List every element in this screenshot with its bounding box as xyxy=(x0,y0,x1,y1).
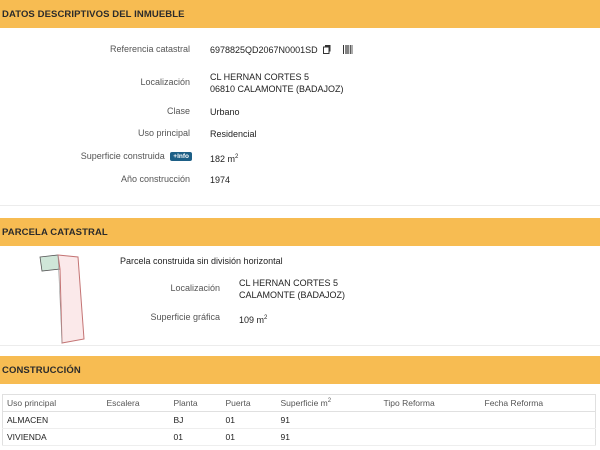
localizacion-line2: 06810 CALAMONTE (BADAJOZ) xyxy=(210,84,344,94)
superficie-value-text: 182 m xyxy=(210,154,236,164)
cell-puerta: 01 xyxy=(221,411,277,429)
construccion-table: Uso principal Escalera Planta Puerta Sup… xyxy=(2,394,596,446)
parcel-map-image xyxy=(38,253,88,345)
parcela-sup-value: 109 m2 xyxy=(239,312,267,326)
cell-fecha-reforma xyxy=(480,411,596,429)
col-superficie: Superficie m2 xyxy=(276,394,380,412)
parcela-sup-unit-exp: 2 xyxy=(264,315,268,321)
uso-value: Residencial xyxy=(210,129,257,139)
cell-planta: 01 xyxy=(169,428,222,446)
parcela-loc-value: CL HERNAN CORTES 5 CALAMONTE (BADAJOZ) xyxy=(239,277,345,301)
barcode-icon[interactable] xyxy=(342,45,353,57)
col-superficie-text: Superficie m xyxy=(280,398,328,408)
superficie-unit-exp: 2 xyxy=(235,154,239,160)
uso-label: Uso principal xyxy=(137,128,190,138)
info-button[interactable]: +Info xyxy=(170,152,192,161)
cell-tipo-reforma xyxy=(379,411,481,429)
clase-label: Clase xyxy=(166,106,190,116)
datos-panel: Referencia catastral 6978825QD2067N0001S… xyxy=(0,28,600,206)
cell-uso: ALMACEN xyxy=(2,411,103,429)
datos-section-header: DATOS DESCRIPTIVOS DEL INMUEBLE xyxy=(0,0,600,28)
col-planta: Planta xyxy=(169,394,222,412)
anio-value: 1974 xyxy=(210,175,231,185)
parcela-desc: Parcela construida sin división horizont… xyxy=(120,256,283,266)
parcela-loc-label: Localización xyxy=(170,283,220,293)
col-escalera: Escalera xyxy=(102,394,170,412)
cell-superficie: 91 xyxy=(276,428,380,446)
copy-icon[interactable] xyxy=(323,45,331,57)
localizacion-value: CL HERNAN CORTES 5 06810 CALAMONTE (BADA… xyxy=(210,71,344,95)
ref-catastral-value: 6978825QD2067N0001SD xyxy=(210,45,318,55)
construccion-header-row: Uso principal Escalera Planta Puerta Sup… xyxy=(2,394,596,412)
cell-puerta: 01 xyxy=(221,428,277,446)
table-row: ALMACEN BJ 01 91 xyxy=(2,411,596,429)
cell-planta: BJ xyxy=(169,411,222,429)
cell-tipo-reforma xyxy=(379,428,481,446)
parcela-section-title: PARCELA CATASTRAL xyxy=(2,226,108,238)
table-row: VIVIENDA 01 01 91 xyxy=(2,428,596,446)
col-puerta: Puerta xyxy=(221,394,277,412)
parcela-panel: Parcela construida sin división horizont… xyxy=(0,246,600,346)
localizacion-label: Localización xyxy=(140,77,190,87)
col-uso-principal: Uso principal xyxy=(2,394,103,412)
cell-superficie: 91 xyxy=(276,411,380,429)
clase-value: Urbano xyxy=(210,107,240,117)
superficie-value: 182 m2 xyxy=(210,151,238,165)
cell-fecha-reforma xyxy=(480,428,596,446)
localizacion-line1: CL HERNAN CORTES 5 xyxy=(210,72,310,82)
parcela-sup-label: Superficie gráfica xyxy=(150,312,220,322)
parcela-sup-value-text: 109 m xyxy=(239,315,265,325)
ref-catastral-label: Referencia catastral xyxy=(109,44,190,54)
ref-catastral-value-wrap: 6978825QD2067N0001SD xyxy=(210,44,353,57)
construccion-section-title: CONSTRUCCIÓN xyxy=(2,364,81,376)
col-fecha-reforma: Fecha Reforma xyxy=(480,394,596,412)
datos-section-title: DATOS DESCRIPTIVOS DEL INMUEBLE xyxy=(2,8,185,20)
construccion-section-header: CONSTRUCCIÓN xyxy=(0,356,600,384)
cell-escalera xyxy=(102,428,170,446)
anio-label: Año construcción xyxy=(120,174,190,184)
parcela-loc-line1: CL HERNAN CORTES 5 xyxy=(239,278,339,288)
parcela-section-header: PARCELA CATASTRAL xyxy=(0,218,600,246)
superficie-label: Superficie construida xyxy=(80,151,165,161)
superficie-label-wrap: Superficie construida +Info xyxy=(81,151,192,161)
col-superficie-exp: 2 xyxy=(327,398,332,405)
col-tipo-reforma: Tipo Reforma xyxy=(379,394,481,412)
cell-escalera xyxy=(102,411,170,429)
parcela-loc-line2: CALAMONTE (BADAJOZ) xyxy=(239,290,346,300)
cell-uso: VIVIENDA xyxy=(2,428,103,446)
